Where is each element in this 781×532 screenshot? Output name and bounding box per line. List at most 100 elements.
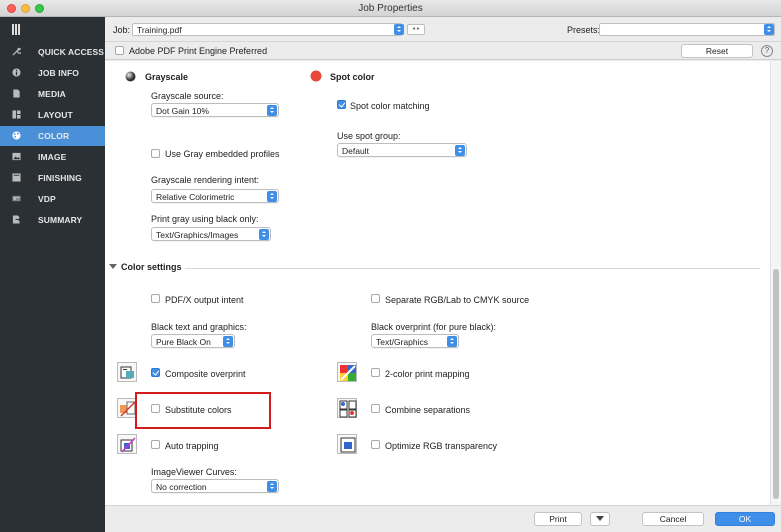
sidebar-item-label: COLOR	[38, 131, 70, 141]
chevron-updown-icon	[267, 481, 277, 492]
sidebar-item-quick-access[interactable]: QUICK ACCESS	[0, 42, 105, 62]
imageviewer-curves-select[interactable]: No correction	[151, 479, 279, 493]
highlight-box	[135, 392, 271, 429]
grayscale-rendering-intent-select[interactable]: Relative Colorimetric	[151, 189, 279, 203]
black-text-label: Black text and graphics:	[151, 322, 247, 332]
auto-trapping-checkbox[interactable]	[151, 440, 160, 449]
sidebar-item-label: LAYOUT	[38, 110, 73, 120]
columns-icon	[12, 24, 20, 35]
imageviewer-curves-label: ImageViewer Curves:	[151, 467, 237, 477]
grayscale-icon	[125, 71, 136, 82]
color-settings-panel: Grayscale Grayscale source: Dot Gain 10%…	[105, 61, 770, 505]
composite-overprint-checkbox[interactable]	[151, 368, 160, 377]
optimize-rgb-icon	[337, 434, 357, 454]
combine-separations-label: Combine separations	[385, 405, 471, 415]
auto-trapping-label: Auto trapping	[165, 441, 219, 451]
pdfx-output-intent-checkbox[interactable]	[151, 294, 160, 303]
color-settings-heading[interactable]: Color settings	[121, 262, 182, 272]
presets-select[interactable]	[599, 23, 775, 36]
adobe-pdf-engine-checkbox[interactable]	[115, 46, 124, 55]
engine-bar: Adobe PDF Print Engine Preferred Reset ?	[105, 42, 781, 60]
combine-separations-icon	[337, 398, 357, 418]
spot-group-value: Default	[342, 146, 369, 156]
vdp-icon	[12, 195, 21, 202]
separate-rgb-checkbox[interactable]	[371, 294, 380, 303]
sidebar-item-label: QUICK ACCESS	[38, 47, 105, 57]
chevron-down-icon	[596, 516, 604, 521]
wrench-icon	[12, 47, 21, 56]
spot-color-matching-label: Spot color matching	[350, 101, 430, 111]
vertical-scrollbar[interactable]	[770, 61, 781, 505]
optimize-rgb-checkbox[interactable]	[371, 440, 380, 449]
layout-icon	[12, 110, 21, 119]
substitute-colors-icon	[117, 398, 137, 418]
title-bar: Job Properties	[0, 0, 781, 17]
chevron-down-icon[interactable]	[109, 264, 117, 270]
sidebar-item-vdp[interactable]: VDP	[0, 189, 105, 209]
use-gray-profiles-checkbox[interactable]	[151, 149, 160, 158]
two-color-mapping-icon	[337, 362, 357, 382]
scrollbar-thumb[interactable]	[773, 269, 779, 499]
spot-group-select[interactable]: Default	[337, 143, 467, 157]
job-bar: Job: Training.pdf ◂ ▸ Presets:	[105, 17, 781, 42]
summary-icon	[12, 215, 21, 224]
print-gray-select[interactable]: Text/Graphics/Images	[151, 227, 271, 241]
help-button[interactable]: ?	[761, 45, 773, 57]
print-options-button[interactable]	[590, 512, 610, 526]
chevron-updown-icon	[223, 336, 233, 347]
job-label: Job:	[113, 25, 131, 35]
job-name-field[interactable]: Training.pdf	[132, 23, 402, 36]
sidebar-item-summary[interactable]: SUMMARY	[0, 210, 105, 230]
sidebar-item-label: FINISHING	[38, 173, 82, 183]
image-icon	[12, 152, 21, 161]
two-color-mapping-checkbox[interactable]	[371, 368, 380, 377]
palette-icon	[12, 131, 21, 140]
spot-color-heading: Spot color	[330, 72, 375, 82]
chevron-updown-icon	[267, 105, 277, 116]
job-navigation-buttons[interactable]: ◂ ▸	[407, 24, 425, 35]
sidebar-item-job-info[interactable]: JOB INFO	[0, 63, 105, 83]
two-color-mapping-label: 2-color print mapping	[385, 369, 470, 379]
print-button[interactable]: Print	[534, 512, 582, 526]
spot-group-label: Use spot group:	[337, 131, 401, 141]
sidebar-item-color[interactable]: COLOR	[0, 126, 105, 146]
sidebar-item-media[interactable]: MEDIA	[0, 84, 105, 104]
job-select-stepper[interactable]	[394, 24, 404, 35]
auto-trapping-icon	[117, 434, 137, 454]
print-gray-label: Print gray using black only:	[151, 214, 259, 224]
grayscale-source-value: Dot Gain 10%	[156, 106, 209, 116]
reset-button[interactable]: Reset	[681, 44, 753, 58]
combine-separations-checkbox[interactable]	[371, 404, 380, 413]
spot-color-matching-checkbox[interactable]	[337, 100, 346, 109]
presets-label: Presets:	[567, 25, 601, 35]
finishing-icon	[12, 173, 21, 182]
pdfx-output-intent-label: PDF/X output intent	[165, 295, 244, 305]
grayscale-rendering-intent-label: Grayscale rendering intent:	[151, 175, 260, 185]
section-divider	[185, 268, 760, 269]
sidebar-item-finishing[interactable]: FINISHING	[0, 168, 105, 188]
cancel-button[interactable]: Cancel	[642, 512, 704, 526]
black-overprint-select[interactable]: Text/Graphics	[371, 334, 459, 348]
optimize-rgb-label: Optimize RGB transparency	[385, 441, 498, 451]
adobe-pdf-engine-label: Adobe PDF Print Engine Preferred	[129, 46, 268, 56]
chevron-updown-icon	[455, 145, 465, 156]
ok-button[interactable]: OK	[715, 512, 775, 526]
black-overprint-label: Black overprint (for pure black):	[371, 322, 497, 332]
black-text-select[interactable]: Pure Black On	[151, 334, 235, 348]
sidebar-item-label: IMAGE	[38, 152, 67, 162]
print-gray-value: Text/Graphics/Images	[156, 230, 239, 240]
sidebar-item-label: MEDIA	[38, 89, 66, 99]
sidebar-collapse-toggle[interactable]	[0, 19, 105, 39]
black-text-value: Pure Black On	[156, 337, 211, 347]
grayscale-source-select[interactable]: Dot Gain 10%	[151, 103, 279, 117]
sidebar-item-layout[interactable]: LAYOUT	[0, 105, 105, 125]
separate-rgb-label: Separate RGB/Lab to CMYK source	[385, 295, 530, 305]
sidebar-item-label: JOB INFO	[38, 68, 79, 78]
black-overprint-value: Text/Graphics	[376, 337, 428, 347]
presets-stepper[interactable]	[764, 24, 774, 35]
grayscale-heading: Grayscale	[145, 72, 189, 82]
use-gray-profiles-label: Use Gray embedded profiles	[165, 149, 280, 159]
sidebar: QUICK ACCESS JOB INFO MEDIA LAYOUT COLOR…	[0, 17, 105, 532]
info-icon	[12, 68, 21, 77]
sidebar-item-image[interactable]: IMAGE	[0, 147, 105, 167]
